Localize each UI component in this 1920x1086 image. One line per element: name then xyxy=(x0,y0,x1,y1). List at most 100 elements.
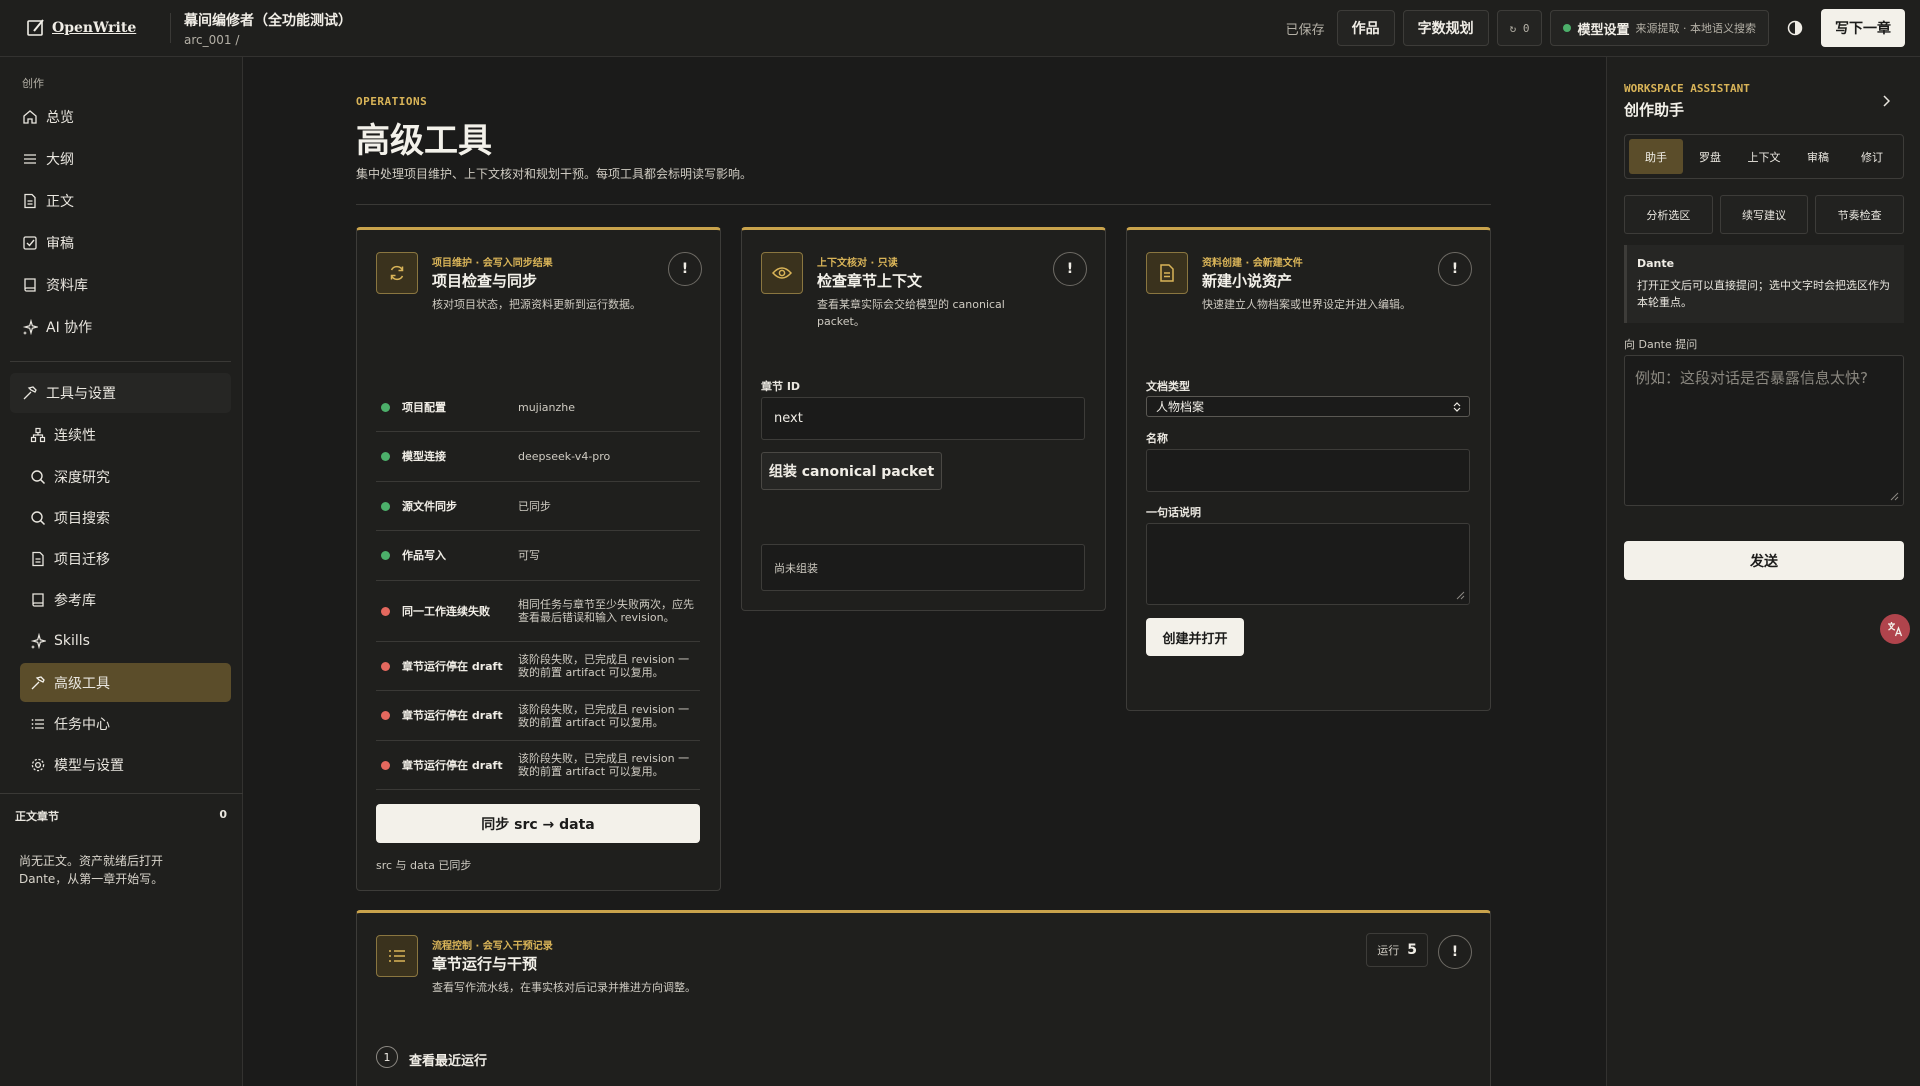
status-fail-dot xyxy=(381,711,390,720)
sidebar-item-advanced-tools[interactable]: 高级工具 xyxy=(30,668,110,698)
sidebar-item-label: 项目迁移 xyxy=(54,552,110,568)
card-description: 查看某章实际会交给模型的 canonical packet。 xyxy=(817,298,1005,328)
theme-toggle-icon[interactable] xyxy=(1777,10,1813,46)
app-logo[interactable]: OpenWrite xyxy=(26,18,166,38)
word-plan-button[interactable]: 字数规划 xyxy=(1402,10,1489,46)
doc-type-select[interactable]: 人物档案 xyxy=(1146,396,1470,417)
sidebar-item-outline[interactable]: 大纲 xyxy=(22,144,74,174)
project-sync-card: 项目维护 · 会写入同步结果 项目检查与同步 核对项目状态，把源资料更新到运行数… xyxy=(356,227,721,891)
dante-name: Dante xyxy=(1637,257,1675,270)
status-fail-dot xyxy=(381,661,390,671)
translate-icon[interactable] xyxy=(1880,614,1910,644)
dante-message: Dante 打开正文后可以直接提问；选中文字时会把选区作为本轮重点。 xyxy=(1624,245,1904,323)
tab-context[interactable]: 上下文 xyxy=(1737,139,1791,174)
summary-label: 一句话说明 xyxy=(1146,506,1201,519)
page-eyebrow: OPERATIONS xyxy=(356,95,428,108)
tab-review[interactable]: 审稿 xyxy=(1791,139,1845,174)
sidebar-item-label: 项目搜索 xyxy=(54,511,110,527)
ask-dante-textarea[interactable]: 例如：这段对话是否暴露信息太快? xyxy=(1624,355,1904,506)
chapter-id-input[interactable]: next xyxy=(761,397,1085,440)
info-icon[interactable]: ! xyxy=(1438,252,1472,286)
status-label: 章节运行停在 draft xyxy=(402,659,503,673)
run-count-value: 5 xyxy=(1407,942,1417,958)
info-icon[interactable]: ! xyxy=(668,252,702,286)
sidebar-item-deep-research[interactable]: 深度研究 xyxy=(30,462,110,492)
sync-button[interactable]: 同步 src → data xyxy=(376,804,700,843)
logo-text: OpenWrite xyxy=(52,20,137,36)
send-button[interactable]: 发送 xyxy=(1624,541,1904,580)
status-ok-dot xyxy=(381,501,390,511)
search-icon xyxy=(31,511,46,526)
info-icon[interactable]: ! xyxy=(1438,935,1472,969)
model-settings-button[interactable]: 模型设置 来源提取 · 本地语义搜索 xyxy=(1550,10,1769,46)
chevron-right-icon[interactable] xyxy=(1882,95,1890,107)
name-input[interactable] xyxy=(1146,449,1470,492)
sidebar-item-continuity[interactable]: 连续性 xyxy=(30,420,96,450)
status-row: 同一工作连续失败 相同任务与章节至少失败两次，应先查看最后错误和输入 revis… xyxy=(376,581,700,642)
sync-status-note: src 与 data 已同步 xyxy=(376,859,472,872)
sidebar-item-skills[interactable]: Skills xyxy=(30,626,90,656)
sidebar-item-project-search[interactable]: 项目搜索 xyxy=(30,503,110,533)
status-ok-dot xyxy=(381,551,390,560)
card-title: 项目检查与同步 xyxy=(432,272,538,290)
network-icon xyxy=(30,427,46,443)
status-ok-dot xyxy=(381,402,390,412)
sidebar-item-label: 参考库 xyxy=(54,593,96,609)
sidebar-item-ai[interactable]: AI 协作 xyxy=(22,312,92,342)
tab-compass[interactable]: 罗盘 xyxy=(1683,139,1737,174)
resize-handle-icon[interactable] xyxy=(1455,590,1465,600)
tab-assistant[interactable]: 助手 xyxy=(1629,139,1683,174)
doc-type-label: 文档类型 xyxy=(1146,380,1190,393)
refresh-count-button[interactable]: ↻ 0 xyxy=(1496,10,1543,46)
continue-suggestion-button[interactable]: 续写建议 xyxy=(1719,195,1809,234)
search-icon xyxy=(31,470,46,485)
card-tag: 项目维护 · 会写入同步结果 xyxy=(432,258,553,269)
analyze-selection-button[interactable]: 分析选区 xyxy=(1624,195,1713,234)
sidebar-group-tools[interactable]: 工具与设置 xyxy=(22,378,116,408)
main-content: OPERATIONS 高级工具 集中处理项目维护、上下文核对和规划干预。每项工具… xyxy=(244,57,1605,1086)
card-tag: 流程控制 · 会写入干预记录 xyxy=(432,941,553,952)
tab-revision[interactable]: 修订 xyxy=(1845,139,1899,174)
quill-icon xyxy=(27,19,44,36)
step-number: 1 xyxy=(376,1046,398,1068)
sidebar-item-overview[interactable]: 总览 xyxy=(22,102,74,132)
chapter-id-label: 章节 ID xyxy=(761,380,801,393)
pacing-check-button[interactable]: 节奏检查 xyxy=(1815,195,1905,234)
card-description: 快速建立人物档案或世界设定并进入编辑。 xyxy=(1202,298,1411,311)
sidebar-item-text[interactable]: 正文 xyxy=(22,186,74,216)
status-label: 作品写入 xyxy=(402,549,446,562)
status-label: 章节运行停在 draft xyxy=(402,709,503,722)
status-label: 章节运行停在 draft xyxy=(402,758,503,772)
menu-icon xyxy=(24,154,36,164)
write-next-chapter-button[interactable]: 写下一章 xyxy=(1821,9,1905,47)
works-button[interactable]: 作品 xyxy=(1336,10,1395,46)
status-value: 已同步 xyxy=(518,499,551,513)
dante-message-text: 打开正文后可以直接提问；选中文字时会把选区作为本轮重点。 xyxy=(1637,279,1890,309)
create-and-open-button[interactable]: 创建并打开 xyxy=(1146,618,1244,656)
info-icon[interactable]: ! xyxy=(1053,252,1087,286)
summary-textarea[interactable] xyxy=(1146,523,1470,605)
step-label[interactable]: 查看最近运行 xyxy=(409,1050,487,1069)
resize-handle-icon[interactable] xyxy=(1889,491,1899,501)
run-count-label: 运行 xyxy=(1377,944,1400,957)
sidebar-item-reference[interactable]: 参考库 xyxy=(30,585,96,615)
status-value: 该阶段失败，已完成且 revision 一致的前置 artifact 可以复用。 xyxy=(518,702,690,729)
book-icon xyxy=(24,278,36,292)
top-bar: OpenWrite 幕间编修者（全功能测试） arc_001 / 已保存 作品 … xyxy=(0,0,1920,57)
quick-actions: 分析选区 续写建议 节奏检查 xyxy=(1624,195,1905,234)
card-tag: 资料创建 · 会新建文件 xyxy=(1202,258,1303,269)
gear-icon xyxy=(31,758,45,772)
assemble-packet-button[interactable]: 组装 canonical packet xyxy=(761,452,942,490)
sidebar-item-task-center[interactable]: 任务中心 xyxy=(30,709,110,739)
panel-title: 创作助手 xyxy=(1624,101,1685,119)
sidebar-item-label: 资料库 xyxy=(46,278,88,294)
sidebar-item-model-settings[interactable]: 模型与设置 xyxy=(30,750,124,780)
divider xyxy=(356,204,1491,205)
run-count-badge[interactable]: 运行 5 xyxy=(1366,933,1428,967)
sidebar-item-project-migrate[interactable]: 项目迁移 xyxy=(30,544,110,574)
sidebar-item-review[interactable]: 审稿 xyxy=(22,228,74,258)
sparkles-icon xyxy=(22,319,38,335)
status-row: 章节运行停在 draft 该阶段失败，已完成且 revision 一致的前置 a… xyxy=(376,741,700,790)
divider xyxy=(10,361,231,362)
sidebar-item-library[interactable]: 资料库 xyxy=(22,270,88,300)
